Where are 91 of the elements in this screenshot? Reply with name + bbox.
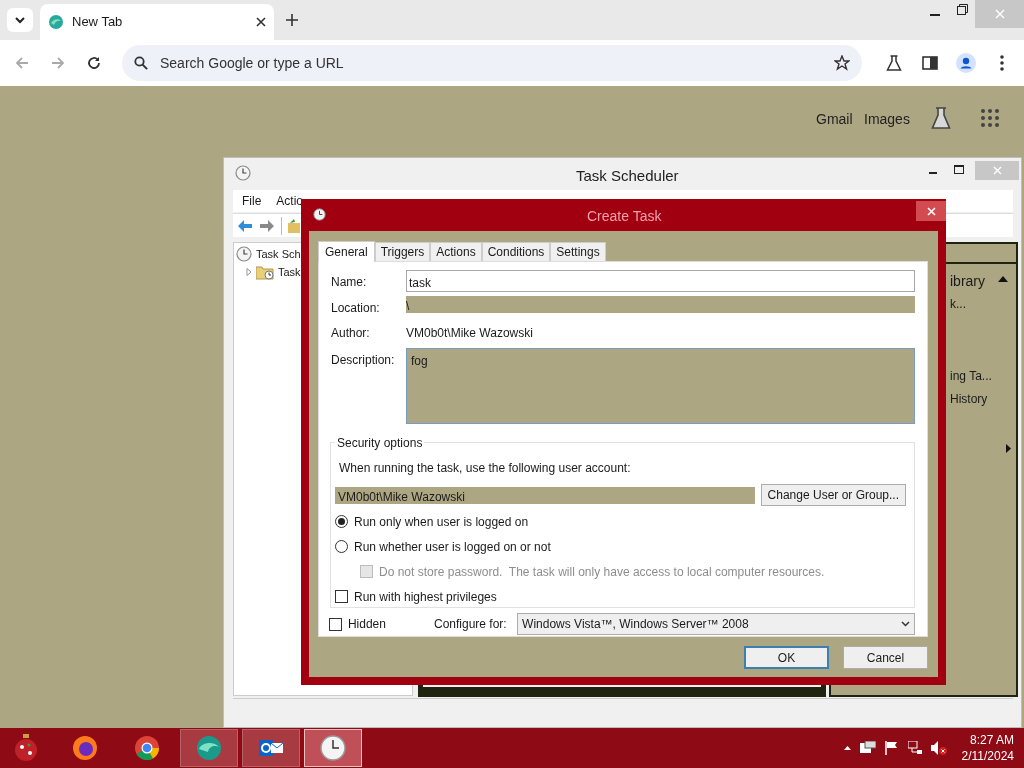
close-icon — [994, 9, 1005, 19]
window-title: Task Scheduler — [576, 166, 679, 186]
taskbar-button[interactable] — [180, 729, 238, 767]
account-field: VM0b0t\Mike Wazowski — [335, 486, 755, 504]
clock-icon — [319, 734, 347, 762]
more-menu-icon[interactable] — [1000, 55, 1004, 71]
date-text: 2/11/2024 — [961, 748, 1014, 764]
menu-item[interactable]: File — [242, 192, 262, 210]
option-label: Run with highest privileges — [354, 588, 497, 606]
description-field[interactable]: fog — [406, 348, 915, 424]
fox-browser-icon — [71, 734, 99, 762]
muted-speaker-icon[interactable] — [930, 741, 947, 755]
taskbar-button[interactable] — [304, 729, 362, 767]
field-label: Description: — [331, 352, 396, 369]
side-panel-icon[interactable] — [922, 55, 938, 71]
reload-icon[interactable] — [87, 56, 101, 70]
apps-grid-icon[interactable] — [981, 109, 999, 127]
star-icon[interactable] — [834, 55, 850, 71]
configure-dropdown[interactable]: Windows Vista™, Windows Server™ 2008 — [517, 613, 915, 635]
tab[interactable]: Conditions — [481, 242, 551, 261]
field-label: Author: — [331, 325, 371, 342]
wave-browser-icon — [195, 734, 223, 762]
action-center-icon[interactable] — [859, 741, 876, 755]
restore-icon[interactable] — [957, 4, 968, 15]
chevron-down-icon — [15, 16, 25, 24]
account-prompt: When running the task, use the following user account: — [339, 460, 632, 477]
link[interactable]: Images — [864, 109, 910, 130]
field-label: Configure for: — [434, 616, 508, 633]
clock[interactable]: 8:27 AM 2/11/2024 — [961, 732, 1014, 764]
ornament-icon — [13, 734, 39, 762]
name-field[interactable]: task — [406, 270, 915, 292]
option-label: Run only when user is logged on — [354, 513, 529, 531]
time-text: 8:27 AM — [969, 732, 1014, 748]
collapse-arrow-icon[interactable] — [998, 276, 1008, 282]
flask-icon[interactable] — [886, 55, 902, 71]
action-item[interactable]: History — [950, 390, 988, 408]
clock-icon — [235, 165, 251, 181]
close-button[interactable] — [916, 201, 946, 221]
change-user-button[interactable]: Change User or Group... — [760, 484, 906, 506]
action-item[interactable]: k... — [950, 295, 966, 313]
checkbox[interactable] — [335, 590, 348, 603]
tab[interactable]: Triggers — [374, 242, 431, 261]
field-label: Location: — [331, 300, 381, 317]
browser-tab[interactable]: New Tab — [40, 4, 274, 40]
tab[interactable]: Actions — [430, 242, 482, 261]
address-bar[interactable]: Search Google or type a URL — [122, 45, 862, 81]
checkbox[interactable] — [329, 617, 342, 631]
tree-item[interactable]: Task — [278, 263, 301, 281]
tab-search-button[interactable] — [7, 8, 33, 32]
tab[interactable]: Settings — [550, 242, 606, 261]
tree-item[interactable]: Task Sch — [256, 245, 301, 263]
tab[interactable]: General — [318, 241, 375, 262]
close-icon — [992, 166, 1002, 175]
taskbar-button[interactable] — [242, 729, 300, 767]
browser-wheel-icon — [133, 734, 161, 762]
clock-icon — [236, 246, 252, 262]
profile-avatar-icon[interactable] — [956, 53, 976, 73]
action-item[interactable]: ibrary — [950, 271, 985, 292]
tab-title: New Tab — [72, 13, 124, 32]
folder-icon[interactable] — [288, 218, 300, 233]
plus-icon — [286, 14, 298, 26]
expand-caret-icon[interactable] — [246, 268, 252, 276]
dialog-button[interactable]: Cancel — [843, 646, 928, 669]
clock-icon — [313, 208, 326, 221]
field-label: Name: — [331, 274, 368, 291]
folder-clock-icon — [256, 264, 274, 280]
radio-button[interactable] — [335, 515, 348, 528]
radio-button[interactable] — [335, 540, 348, 553]
globe-logo-icon — [48, 14, 64, 30]
chevron-down-icon — [901, 621, 910, 627]
search-icon — [134, 56, 148, 70]
expand-arrow-icon[interactable] — [1006, 444, 1011, 453]
option-label: Do not store password. The task will only have access to local computer resources. — [379, 563, 825, 581]
action-item[interactable]: ing Ta... — [950, 367, 992, 385]
caret-up-icon[interactable] — [843, 746, 851, 750]
location-field: \ — [406, 296, 915, 313]
back-arrow-icon[interactable] — [237, 218, 253, 233]
forward-arrow-icon[interactable] — [259, 218, 275, 233]
link[interactable]: Gmail — [816, 109, 853, 130]
close-icon[interactable] — [256, 17, 266, 27]
dialog-title: Create Task — [587, 207, 662, 226]
dialog-button[interactable]: OK — [744, 646, 829, 669]
maximize-icon[interactable] — [954, 165, 964, 174]
author-value: VM0b0t\Mike Wazowski — [406, 325, 533, 341]
address-placeholder: Search Google or type a URL — [160, 53, 345, 73]
close-icon — [926, 206, 936, 216]
network-icon[interactable] — [907, 741, 922, 755]
flask-icon[interactable] — [931, 107, 951, 129]
option-label: Run whether user is logged on or not — [354, 538, 551, 556]
flag-icon[interactable] — [884, 741, 899, 755]
option-label: Hidden — [347, 616, 387, 633]
